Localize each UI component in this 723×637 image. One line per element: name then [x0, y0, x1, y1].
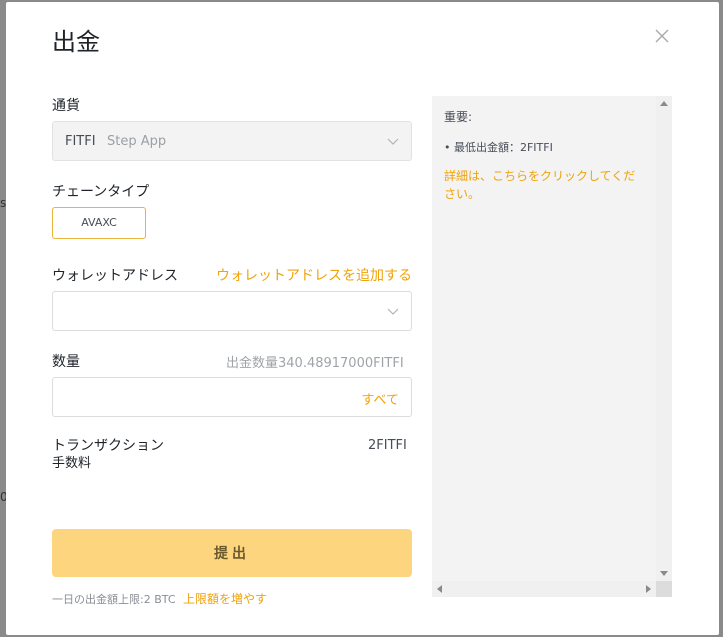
- fee-label: トランザクション 手数料: [52, 437, 164, 473]
- scroll-right-icon[interactable]: [640, 581, 656, 597]
- scroll-down-icon[interactable]: [656, 565, 672, 581]
- horizontal-scrollbar[interactable]: [432, 581, 656, 597]
- info-panel: 重要: • 最低出金額：2FITFI 詳細は、こちらをクリックしてください。: [432, 96, 672, 597]
- modal-title: 出金: [52, 28, 100, 56]
- add-wallet-address-link[interactable]: ウォレットアドレスを追加する: [216, 265, 412, 285]
- chain-type-label: チェーンタイプ: [52, 184, 150, 200]
- fee-label-line1: トランザクション: [52, 438, 164, 454]
- increase-limit-link[interactable]: 上限額を増やす: [183, 592, 267, 606]
- fee-label-line2: 手数料: [52, 456, 92, 471]
- available-amount: 出金数量340.48917000FITFI: [226, 356, 404, 371]
- info-title: 重要:: [444, 110, 473, 124]
- withdraw-modal: 出金 通貨 FITFI Step App チェーンタイプ AVAXC ウォレット…: [6, 2, 719, 635]
- chain-option-avaxc[interactable]: AVAXC: [52, 207, 146, 239]
- wallet-address-select[interactable]: [52, 291, 412, 331]
- wallet-address-label: ウォレットアドレス: [52, 268, 178, 284]
- fee-value: 2FITFI: [368, 438, 407, 453]
- close-icon[interactable]: [654, 28, 674, 48]
- daily-limit-text: 一日の出金額上限:2 BTC: [52, 593, 176, 606]
- currency-code: FITFI: [65, 134, 96, 149]
- scroll-left-icon[interactable]: [432, 581, 448, 597]
- daily-limit-footer: 一日の出金額上限:2 BTC 上限額を増やす: [52, 590, 267, 607]
- currency-label: 通貨: [52, 98, 80, 114]
- vertical-scrollbar[interactable]: [656, 96, 672, 581]
- submit-button[interactable]: 提出: [52, 529, 412, 577]
- amount-input[interactable]: すべて: [52, 377, 412, 417]
- details-link[interactable]: 詳細は、こちらをクリックしてください。: [444, 167, 644, 203]
- currency-select[interactable]: FITFI Step App: [52, 121, 412, 161]
- min-withdraw-amount: • 最低出金額：2FITFI: [444, 141, 553, 154]
- scrollbar-corner: [656, 581, 672, 597]
- chevron-down-icon: [387, 308, 399, 315]
- chevron-down-icon: [387, 138, 399, 145]
- currency-name: Step App: [107, 134, 167, 149]
- amount-label: 数量: [52, 354, 80, 370]
- all-amount-link[interactable]: すべて: [361, 389, 399, 408]
- scroll-up-icon[interactable]: [656, 96, 672, 112]
